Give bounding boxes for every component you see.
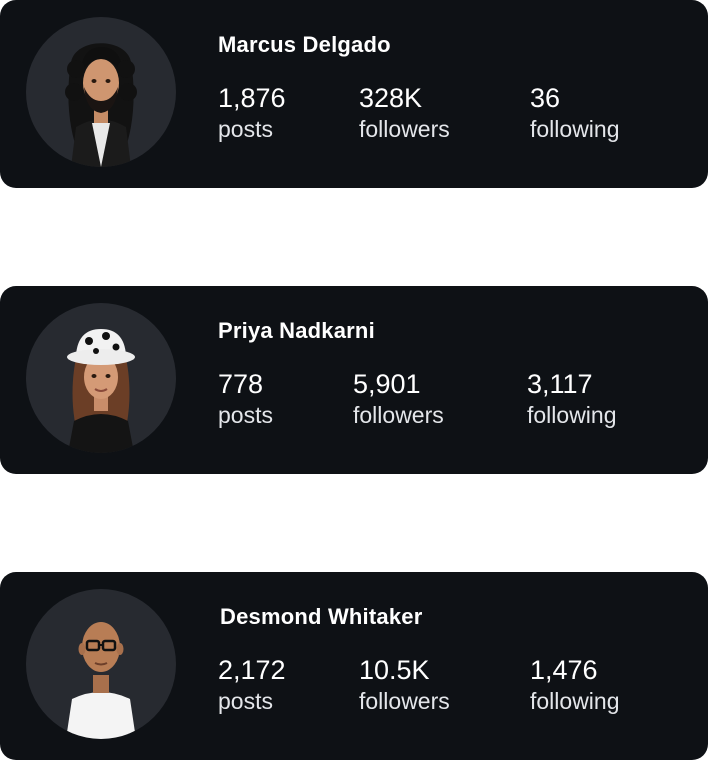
followers-stat[interactable]: 328K followers — [359, 82, 450, 144]
profile-name[interactable]: Priya Nadkarni — [218, 318, 375, 344]
posts-stat[interactable]: 1,876 posts — [218, 82, 286, 144]
profile-name[interactable]: Desmond Whitaker — [220, 604, 422, 630]
followers-label: followers — [353, 402, 444, 428]
following-count: 1,476 — [530, 655, 598, 685]
following-label: following — [530, 116, 620, 142]
following-label: following — [527, 402, 617, 428]
profile-name[interactable]: Marcus Delgado — [218, 32, 391, 58]
avatar-bald-glasses-icon[interactable] — [26, 589, 176, 739]
avatar-long-curly-hair-beard-icon[interactable] — [26, 17, 176, 167]
posts-count: 1,876 — [218, 83, 286, 113]
posts-stat[interactable]: 778 posts — [218, 368, 273, 430]
following-stat[interactable]: 1,476 following — [530, 654, 620, 716]
posts-count: 2,172 — [218, 655, 286, 685]
posts-label: posts — [218, 402, 273, 428]
following-stat[interactable]: 3,117 following — [527, 368, 617, 430]
following-count: 3,117 — [527, 369, 593, 399]
following-count: 36 — [530, 83, 561, 113]
following-label: following — [530, 688, 620, 714]
followers-count: 10.5K — [359, 655, 430, 685]
posts-stat[interactable]: 2,172 posts — [218, 654, 286, 716]
posts-count: 778 — [218, 369, 264, 399]
profile-card[interactable]: Priya Nadkarni 778 posts 5,901 followers… — [0, 286, 708, 474]
followers-count: 328K — [359, 83, 423, 113]
posts-label: posts — [218, 116, 273, 142]
followers-stat[interactable]: 10.5K followers — [359, 654, 450, 716]
posts-label: posts — [218, 688, 273, 714]
followers-label: followers — [359, 688, 450, 714]
avatar-bucket-hat-icon[interactable] — [26, 303, 176, 453]
profile-card[interactable]: Desmond Whitaker 2,172 posts 10.5K follo… — [0, 572, 708, 760]
followers-stat[interactable]: 5,901 followers — [353, 368, 444, 430]
profile-card[interactable]: Marcus Delgado 1,876 posts 328K follower… — [0, 0, 708, 188]
followers-label: followers — [359, 116, 450, 142]
following-stat[interactable]: 36 following — [530, 82, 620, 144]
followers-count: 5,901 — [353, 369, 421, 399]
